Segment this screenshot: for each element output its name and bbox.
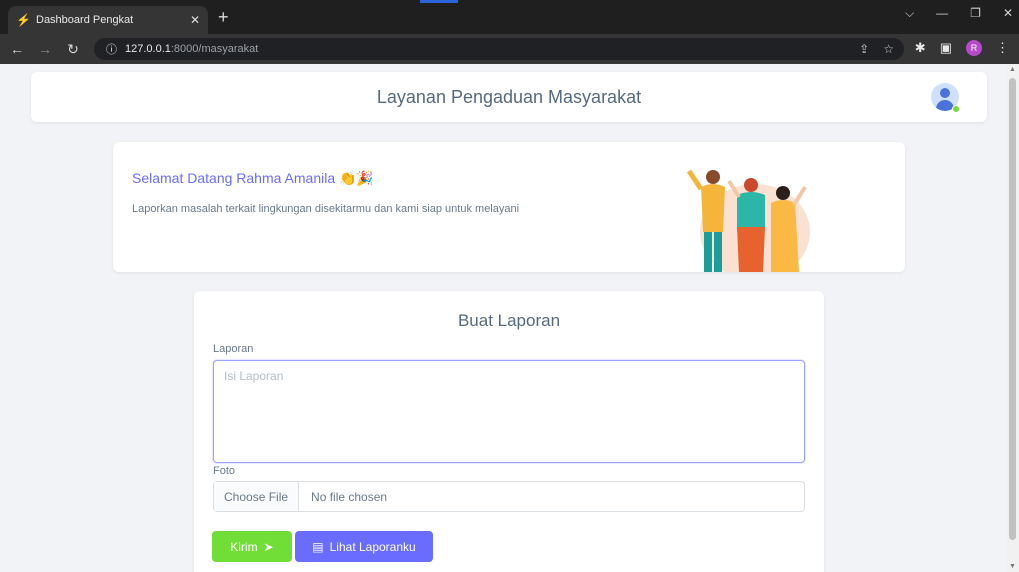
foto-file-input[interactable]: Choose File No file chosen <box>213 481 805 512</box>
star-icon[interactable]: ☆ <box>883 42 894 56</box>
scroll-up-icon[interactable]: ▲ <box>1009 66 1016 73</box>
close-icon[interactable]: ✕ <box>190 13 200 27</box>
top-navbar: Layanan Pengaduan Masyarakat <box>31 72 987 122</box>
welcome-description: Laporkan masalah terkait lingkungan dise… <box>132 203 520 215</box>
kirim-button[interactable]: Kirim ➤ <box>212 531 292 562</box>
plus-icon[interactable]: + <box>218 8 229 26</box>
close-window-icon[interactable]: ✕ <box>1003 6 1013 21</box>
reload-icon[interactable]: ↻ <box>62 41 84 58</box>
lihat-laporanku-button[interactable]: ▤ Lihat Laporanku <box>295 531 433 562</box>
no-file-text: No file chosen <box>311 489 388 504</box>
document-icon: ▤ <box>312 539 324 554</box>
laporan-textarea[interactable] <box>213 360 805 463</box>
foto-label: Foto <box>213 465 236 477</box>
window-controls: ⌵ — ❐ ✕ <box>905 6 1013 21</box>
chevron-down-icon[interactable]: ⌵ <box>905 6 914 21</box>
kirim-label: Kirim <box>230 539 258 554</box>
url-path: :8000/masyarakat <box>170 43 259 55</box>
lightning-favicon-icon: ⚡ <box>16 13 31 27</box>
back-icon[interactable]: ← <box>6 41 28 57</box>
browser-tab[interactable]: ⚡ Dashboard Pengkat ✕ <box>8 6 208 34</box>
scrollbar-thumb[interactable] <box>1009 78 1016 540</box>
page-content: Layanan Pengaduan Masyarakat Selamat Dat… <box>0 64 1006 572</box>
menu-icon[interactable]: ⋮ <box>996 40 1009 56</box>
puzzle-icon[interactable]: ✱ <box>915 40 926 56</box>
welcome-card: Selamat Datang Rahma Amanila 👏🎉 Laporkan… <box>113 142 905 272</box>
loading-indicator <box>420 0 458 3</box>
report-form-card: Buat Laporan Laporan Foto Choose File No… <box>194 291 824 572</box>
welcome-greeting: Selamat Datang Rahma Amanila 👏🎉 <box>132 170 374 186</box>
share-icon[interactable]: ⇪ <box>859 42 869 56</box>
minimize-icon[interactable]: — <box>936 6 948 21</box>
lihat-label: Lihat Laporanku <box>329 539 416 554</box>
page-title: Layanan Pengaduan Masyarakat <box>376 86 642 107</box>
choose-file-button[interactable]: Choose File <box>214 482 300 511</box>
profile-avatar[interactable]: R <box>966 40 982 56</box>
laporan-label: Laporan <box>213 343 254 355</box>
extensions-area: ✱ ▣ R ⋮ <box>915 40 1009 56</box>
send-icon: ➤ <box>263 539 274 554</box>
sidebar-icon[interactable]: ▣ <box>940 40 952 56</box>
online-status-dot <box>952 105 960 113</box>
info-icon[interactable]: ⓘ <box>106 41 117 57</box>
scroll-down-icon[interactable]: ▼ <box>1009 563 1016 570</box>
address-bar[interactable]: ⓘ 127.0.0.1:8000/masyarakat ⇪ ☆ <box>94 38 904 60</box>
people-waving-illustration <box>686 169 810 272</box>
page-scrollbar[interactable]: ▲ ▼ <box>1006 64 1019 572</box>
url-host: 127.0.0.1 <box>125 43 171 55</box>
forward-icon[interactable]: → <box>34 41 56 57</box>
form-title: Buat Laporan <box>457 311 561 330</box>
restore-icon[interactable]: ❐ <box>970 6 981 21</box>
browser-tab-bar: ⚡ Dashboard Pengkat ✕ + ⌵ — ❐ ✕ <box>0 0 1019 34</box>
tab-title: Dashboard Pengkat <box>36 14 134 26</box>
